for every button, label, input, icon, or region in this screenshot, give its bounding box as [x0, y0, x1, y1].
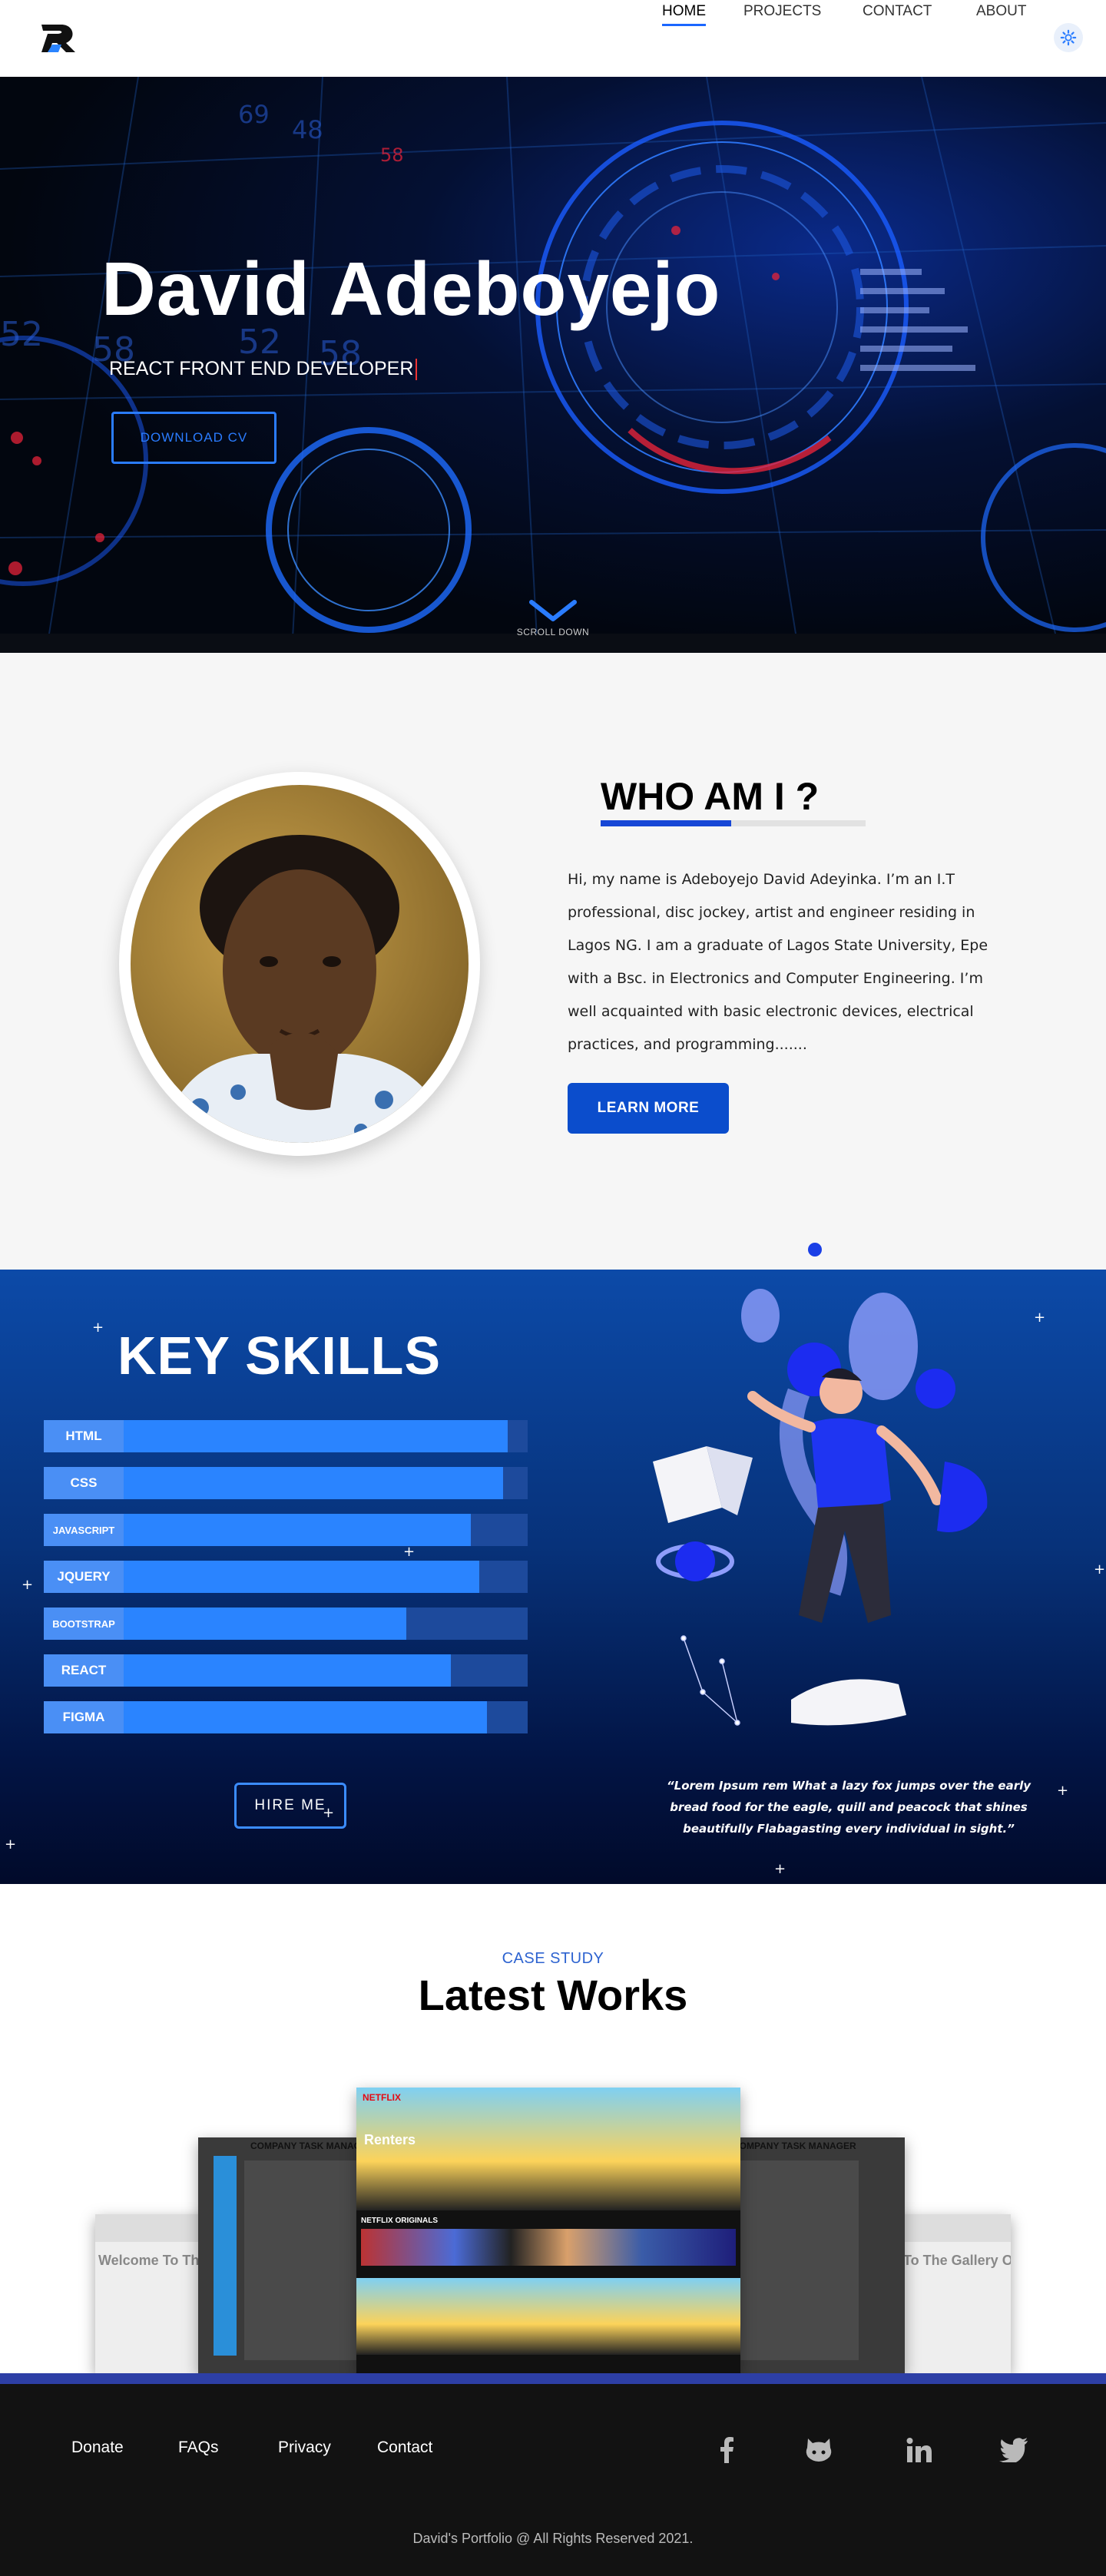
chevron-down-icon — [529, 600, 577, 621]
svg-text:48: 48 — [292, 115, 323, 144]
footer-accent-stripe — [0, 2373, 1106, 2384]
download-cv-button[interactable]: DOWNLOAD CV — [111, 412, 276, 464]
nav-link-contact[interactable]: CONTACT — [863, 0, 932, 23]
sparkle-icon: + — [1034, 1310, 1046, 1326]
copyright-text: David's Portfolio @ All Rights Reserved … — [412, 2531, 694, 2546]
skill-label: CSS — [44, 1467, 124, 1499]
skill-bar-javascript: JAVASCRIPT — [44, 1514, 528, 1546]
hero-name: David Adeboyejo — [101, 247, 721, 331]
decorative-dot — [808, 1243, 822, 1257]
learn-more-button[interactable]: LEARN MORE — [568, 1083, 729, 1134]
skill-label: FIGMA — [44, 1701, 124, 1733]
developer-illustration — [653, 1289, 988, 1726]
netflix-brand: NETFLIX — [363, 2092, 401, 2103]
github-icon[interactable] — [803, 2435, 834, 2465]
dr-logo-icon[interactable] — [40, 23, 83, 54]
about-section: WHO AM I ? Hi, my name is Adeboyejo Davi… — [0, 653, 1106, 1270]
about-underline-accent — [601, 820, 731, 826]
facebook-icon[interactable] — [711, 2435, 742, 2465]
project-shot-netflix-clone[interactable]: NETFLIX Renters NETFLIX ORIGINALS — [356, 2088, 740, 2373]
netflix-hero-title: Renters — [364, 2132, 416, 2147]
task-manager-caption: COMPANY TASK MANAGER — [733, 2141, 856, 2151]
footer-link-donate[interactable]: Donate — [71, 2439, 124, 2457]
about-description: Hi, my name is Adeboyejo David Adeyinka.… — [568, 871, 988, 1053]
skill-bar-fill — [124, 1514, 472, 1546]
sparkle-icon: + — [5, 1836, 17, 1853]
project-shot-task-manager-right[interactable]: COMPANY TASK MANAGER — [728, 2137, 905, 2373]
skills-title: KEY SKILLS — [118, 1326, 442, 1386]
sparkle-icon: + — [774, 1861, 786, 1877]
works-title: Latest Works — [418, 1971, 688, 2019]
nav-link-projects[interactable]: PROJECTS — [743, 0, 821, 23]
skill-bar-html: HTML — [44, 1420, 528, 1452]
gear-icon — [1060, 29, 1077, 46]
sparkle-icon: + — [92, 1319, 104, 1336]
skill-label: JQUERY — [44, 1561, 124, 1593]
about-title-underline — [601, 820, 866, 826]
footer: Donate FAQs Privacy Contact David's Port… — [0, 2373, 1106, 2576]
about-title: WHO AM I ? — [601, 775, 820, 818]
sparkle-icon: + — [22, 1577, 34, 1593]
nav-link-about[interactable]: ABOUT — [976, 0, 1026, 23]
footer-link-contact[interactable]: Contact — [377, 2439, 432, 2457]
skill-bar-fill — [124, 1608, 407, 1640]
twitter-icon[interactable] — [998, 2435, 1029, 2465]
case-study-label: CASE STUDY — [502, 1950, 604, 1967]
skill-label: HTML — [44, 1420, 124, 1452]
skill-bar-css: CSS — [44, 1467, 528, 1499]
hero-section: 52 58 52 58 69 48 58 David Adeboyejo REA… — [0, 77, 1106, 653]
top-navbar: HOME PROJECTS CONTACT ABOUT — [0, 0, 1106, 77]
skill-label: BOOTSTRAP — [44, 1608, 124, 1640]
skill-bar-fill — [124, 1420, 508, 1452]
scroll-down-label: SCROLL DOWN — [516, 627, 590, 637]
settings-button[interactable] — [1054, 23, 1083, 52]
skill-bar-fill — [124, 1701, 488, 1733]
svg-text:69: 69 — [238, 100, 270, 129]
linkedin-icon[interactable] — [904, 2435, 935, 2465]
sparkle-icon: + — [1057, 1783, 1069, 1799]
hero-role-label: REACT FRONT END DEVELOPER — [109, 358, 414, 379]
skill-bar-fill — [124, 1467, 504, 1499]
project-shot-task-manager-left[interactable]: COMPANY TASK MANAGER — [198, 2137, 375, 2373]
skill-label: JAVASCRIPT — [44, 1514, 124, 1546]
works-section: CASE STUDY Latest Works Welcome To The G… — [0, 1884, 1106, 2373]
task-manager-caption: COMPANY TASK MANAGER — [250, 2141, 374, 2151]
svg-text:58: 58 — [380, 144, 404, 166]
skill-bar-fill — [124, 1561, 479, 1593]
sparkle-icon: + — [1094, 1561, 1106, 1578]
skills-section: KEY SKILLS HTML CSS JAVASCRIPT JQUERY BOOTST… — [0, 1270, 1106, 1884]
profile-photo — [131, 785, 469, 1143]
gallery-right-caption: To The Gallery Of SAMMIE'S ART — [903, 2253, 1011, 2268]
sparkle-icon: + — [403, 1544, 416, 1560]
skills-quote: “Lorem Ipsum rem What a lazy fox jumps o… — [666, 1779, 1031, 1836]
netflix-row-title: NETFLIX ORIGINALS — [361, 2217, 438, 2225]
typing-cursor — [416, 359, 418, 381]
skill-bar-react: REACT — [44, 1654, 528, 1687]
skill-bar-fill — [124, 1654, 452, 1687]
svg-text:52: 52 — [0, 315, 43, 354]
nav-link-home[interactable]: HOME — [662, 0, 706, 26]
skill-bar-figma: FIGMA — [44, 1701, 528, 1733]
footer-link-privacy[interactable]: Privacy — [278, 2439, 331, 2457]
hero-role-text: REACT FRONT END DEVELOPER — [109, 358, 418, 381]
sparkle-icon: + — [323, 1805, 335, 1821]
skill-bar-bootstrap: BOOTSTRAP — [44, 1608, 528, 1640]
skill-label: REACT — [44, 1654, 124, 1687]
skill-bar-jquery: JQUERY — [44, 1561, 528, 1593]
scroll-down-indicator[interactable]: SCROLL DOWN — [0, 599, 1106, 637]
footer-link-faqs[interactable]: FAQs — [178, 2439, 219, 2457]
